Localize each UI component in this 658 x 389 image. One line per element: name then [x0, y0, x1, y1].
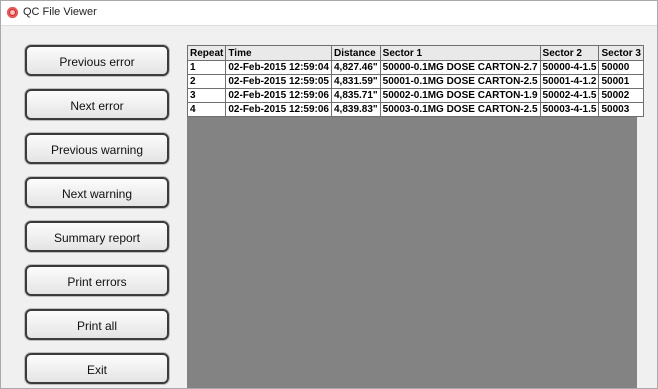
cell-sector-1: 50000-0.1MG DOSE CARTON-2.7 [379, 60, 541, 75]
cell-time: 02-Feb-2015 12:59:05 [225, 74, 332, 89]
exit-button[interactable]: Exit [25, 353, 169, 384]
cell-distance: 4,831.59" [330, 74, 381, 89]
print-all-button[interactable]: Print all [25, 309, 169, 340]
title-bar: QC File Viewer [1, 1, 657, 26]
cell-repeat: 1 [186, 60, 227, 75]
app-logo-icon [7, 7, 18, 18]
previous-error-button[interactable]: Previous error [25, 45, 169, 76]
cell-sector-2: 50000-4-1.5 [539, 60, 600, 75]
column-header-repeat[interactable]: Repeat [186, 45, 227, 61]
column-header-time[interactable]: Time [225, 45, 332, 61]
qc-results-grid[interactable]: Repeat Time Distance Sector 1 Sector 2 S… [186, 45, 644, 388]
cell-time: 02-Feb-2015 12:59:06 [225, 88, 332, 103]
cell-sector-1: 50001-0.1MG DOSE CARTON-2.5 [379, 74, 541, 89]
cell-distance: 4,839.83" [330, 102, 381, 117]
qc-results-table: Repeat Time Distance Sector 1 Sector 2 S… [186, 45, 644, 117]
cell-sector-3: 50003 [598, 102, 644, 117]
cell-time: 02-Feb-2015 12:59:04 [225, 60, 332, 75]
window-title: QC File Viewer [23, 6, 97, 18]
next-error-button[interactable]: Next error [25, 89, 169, 120]
column-header-sector-2[interactable]: Sector 2 [539, 45, 600, 61]
cell-sector-3: 50000 [598, 60, 644, 75]
cell-sector-2: 50001-4-1.2 [539, 74, 600, 89]
cell-sector-1: 50002-0.1MG DOSE CARTON-1.9 [379, 88, 541, 103]
app-window: QC File Viewer Previous error Next error… [0, 0, 658, 389]
cell-repeat: 3 [186, 88, 227, 103]
table-row[interactable]: 3 02-Feb-2015 12:59:06 4,835.71" 50002-0… [186, 88, 644, 103]
cell-distance: 4,835.71" [330, 88, 381, 103]
cell-sector-3: 50002 [598, 88, 644, 103]
column-header-distance[interactable]: Distance [330, 45, 381, 61]
print-errors-button[interactable]: Print errors [25, 265, 169, 296]
column-header-sector-1[interactable]: Sector 1 [379, 45, 541, 61]
table-header-row: Repeat Time Distance Sector 1 Sector 2 S… [186, 45, 644, 61]
cell-repeat: 4 [186, 102, 227, 117]
cell-sector-3: 50001 [598, 74, 644, 89]
cell-distance: 4,827.46" [330, 60, 381, 75]
summary-report-button[interactable]: Summary report [25, 221, 169, 252]
column-header-sector-3[interactable]: Sector 3 [598, 45, 644, 61]
cell-sector-1: 50003-0.1MG DOSE CARTON-2.5 [379, 102, 541, 117]
cell-time: 02-Feb-2015 12:59:06 [225, 102, 332, 117]
previous-warning-button[interactable]: Previous warning [25, 133, 169, 164]
table-row[interactable]: 4 02-Feb-2015 12:59:06 4,839.83" 50003-0… [186, 102, 644, 117]
cell-repeat: 2 [186, 74, 227, 89]
table-row[interactable]: 1 02-Feb-2015 12:59:04 4,827.46" 50000-0… [186, 60, 644, 75]
cell-sector-2: 50002-4-1.5 [539, 88, 600, 103]
table-row[interactable]: 2 02-Feb-2015 12:59:05 4,831.59" 50001-0… [186, 74, 644, 89]
next-warning-button[interactable]: Next warning [25, 177, 169, 208]
cell-sector-2: 50003-4-1.5 [539, 102, 600, 117]
